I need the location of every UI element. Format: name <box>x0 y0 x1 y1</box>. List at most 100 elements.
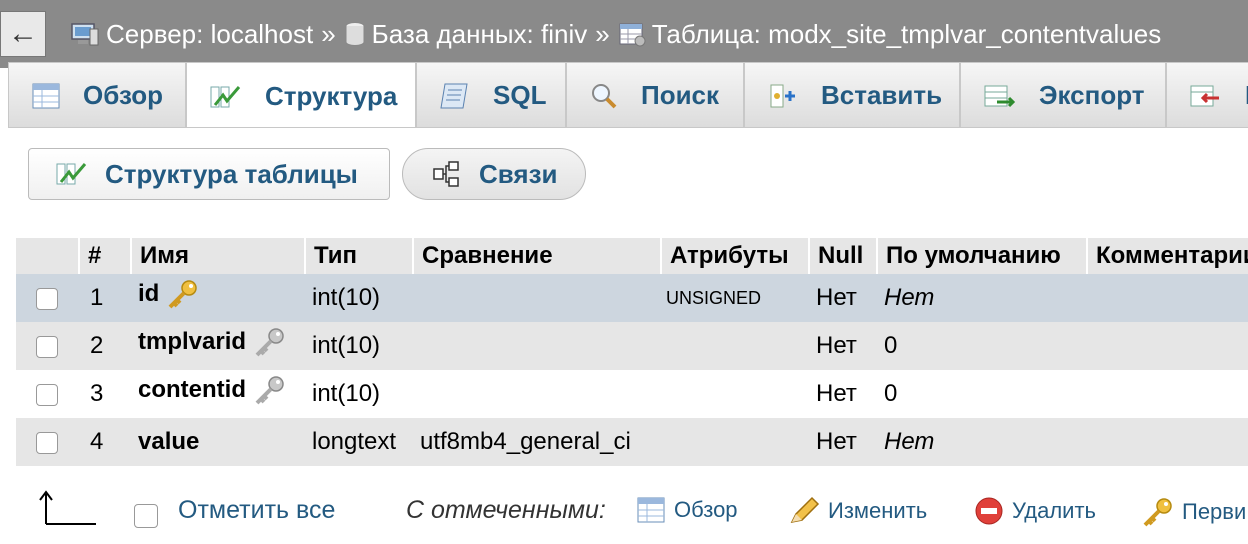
bulk-primary-button[interactable]: Перви <box>1140 496 1246 528</box>
structure-icon <box>209 83 241 111</box>
field-type: longtext <box>312 428 397 455</box>
tab-import[interactable]: И <box>1166 62 1248 128</box>
breadcrumb-table[interactable]: Таблица: modx_site_tmplvar_contentvalues <box>618 18 1162 50</box>
breadcrumb: Сервер: localhost » База данных: finiv »… <box>70 19 1161 50</box>
column-header-name[interactable]: Имя <box>140 242 189 270</box>
main-tabs: Обзор Структура SQL Поиск Вставить Экспо… <box>8 62 1248 130</box>
field-attributes: UNSIGNED <box>666 288 762 308</box>
back-button[interactable]: ← <box>0 11 46 57</box>
relations-icon <box>431 160 461 188</box>
server-icon <box>70 21 100 47</box>
breadcrumb-separator: » <box>595 18 610 49</box>
row-checkbox[interactable] <box>36 432 58 454</box>
field-name-label: value <box>138 428 200 455</box>
browse-icon <box>31 82 61 110</box>
breadcrumb-database-label: База данных: finiv <box>371 18 588 49</box>
field-type: int(10) <box>312 380 381 407</box>
field-null: Нет <box>816 380 857 407</box>
top-breadcrumb-bar: ← Сервер: localhost » База данных: finiv… <box>0 0 1248 68</box>
tab-search-label: Поиск <box>641 80 720 110</box>
row-checkbox[interactable] <box>36 288 58 310</box>
browse-icon <box>636 496 666 524</box>
breadcrumb-table-label: Таблица: modx_site_tmplvar_contentvalues <box>651 18 1162 49</box>
sql-icon <box>439 81 471 111</box>
subtab-table-structure[interactable]: Структура таблицы <box>28 148 390 200</box>
delete-icon <box>974 496 1004 526</box>
table-row[interactable]: 1 id int(10) UNSIGNED Нет Нет <box>16 274 1248 322</box>
insert-icon <box>767 81 799 111</box>
subtab-relations[interactable]: Связи <box>402 148 586 200</box>
column-header-comment[interactable]: Комментарии <box>1096 242 1248 270</box>
column-header-type[interactable]: Тип <box>314 242 357 270</box>
import-icon <box>1189 82 1223 110</box>
structure-icon <box>55 160 87 188</box>
tab-insert-label: Вставить <box>821 80 943 110</box>
tab-structure-label: Структура <box>265 81 398 111</box>
field-type: int(10) <box>312 332 381 359</box>
arrow-ltr-icon <box>38 488 98 533</box>
field-default: Нет <box>884 428 935 455</box>
bulk-browse-label: Обзор <box>674 497 738 522</box>
header-cell-checkbox <box>16 238 80 274</box>
tab-structure[interactable]: Структура <box>186 62 416 130</box>
field-null: Нет <box>816 332 857 359</box>
row-num: 2 <box>90 332 104 359</box>
row-num: 4 <box>90 428 104 455</box>
column-header-null[interactable]: Null <box>818 242 863 270</box>
tab-browse[interactable]: Обзор <box>8 62 186 128</box>
tab-sql[interactable]: SQL <box>416 62 566 128</box>
table-icon <box>618 21 646 47</box>
row-checkbox[interactable] <box>36 384 58 406</box>
check-all-link[interactable]: Отметить все <box>178 496 335 525</box>
bulk-drop-label: Удалить <box>1012 498 1096 523</box>
subtab-relations-label: Связи <box>479 158 558 189</box>
table-header: # Имя Тип Сравнение Атрибуты Null По умо… <box>16 238 1248 274</box>
tab-export-label: Экспорт <box>1039 80 1145 110</box>
subtab-table-structure-label: Структура таблицы <box>105 158 358 189</box>
field-default: 0 <box>884 332 898 359</box>
breadcrumb-database[interactable]: База данных: finiv <box>344 18 588 50</box>
tab-export[interactable]: Экспорт <box>960 62 1166 128</box>
breadcrumb-server[interactable]: Сервер: localhost <box>70 19 313 50</box>
index-key-icon <box>252 374 286 406</box>
export-icon <box>983 82 1017 110</box>
structure-content: Структура таблицы Связи # Имя Тип Сравне… <box>8 128 1248 544</box>
row-num: 3 <box>90 380 104 407</box>
bulk-change-button[interactable]: Изменить <box>788 496 927 526</box>
field-name: id <box>138 278 199 310</box>
tab-search[interactable]: Поиск <box>566 62 744 128</box>
field-name-label: id <box>138 280 160 307</box>
table-row[interactable]: 2 tmplvarid int(10) Нет 0 <box>16 322 1248 370</box>
structure-table: # Имя Тип Сравнение Атрибуты Null По умо… <box>16 238 1248 466</box>
primary-key-icon <box>165 278 199 310</box>
field-name: contentid <box>138 374 286 406</box>
table-row[interactable]: 3 contentid int(10) Нет 0 <box>16 370 1248 418</box>
breadcrumb-separator: » <box>321 18 336 49</box>
bulk-primary-label: Перви <box>1182 499 1247 524</box>
tab-insert[interactable]: Вставить <box>744 62 960 128</box>
row-checkbox[interactable] <box>36 336 58 358</box>
index-key-icon <box>252 326 286 358</box>
bulk-drop-button[interactable]: Удалить <box>974 496 1096 526</box>
column-header-attributes[interactable]: Атрибуты <box>670 242 789 270</box>
check-all-checkbox[interactable] <box>134 504 158 528</box>
search-icon <box>589 81 619 111</box>
field-null: Нет <box>816 428 857 455</box>
breadcrumb-server-label: Сервер: localhost <box>106 18 314 49</box>
column-header-collation[interactable]: Сравнение <box>422 242 553 270</box>
bulk-actions-bar: Отметить все С отмеченными: Обзор Измени… <box>8 476 1248 544</box>
with-selected-label: С отмеченными: <box>406 496 606 524</box>
field-type: int(10) <box>312 284 381 311</box>
field-null: Нет <box>816 284 857 311</box>
table-row[interactable]: 4 value longtext utf8mb4_general_ci Нет … <box>16 418 1248 466</box>
column-header-default[interactable]: По умолчанию <box>886 242 1061 270</box>
column-header-num: # <box>88 242 102 269</box>
database-icon <box>344 21 366 47</box>
bulk-browse-button[interactable]: Обзор <box>636 496 738 524</box>
field-default: 0 <box>884 380 898 407</box>
arrow-left-icon: ← <box>8 17 38 50</box>
field-name: value <box>138 428 199 456</box>
row-num: 1 <box>90 284 104 311</box>
tab-sql-label: SQL <box>493 80 547 110</box>
tab-browse-label: Обзор <box>83 80 163 110</box>
